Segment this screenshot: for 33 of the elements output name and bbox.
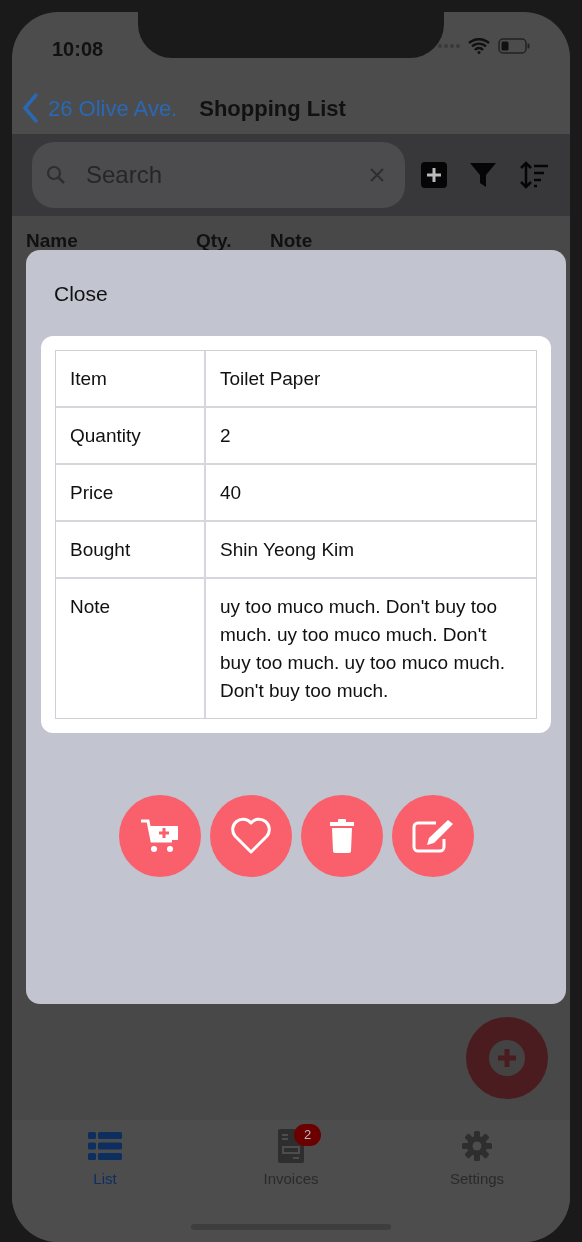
trash-icon	[328, 818, 355, 853]
column-header: Note	[270, 230, 313, 252]
field-label: Quantity	[70, 424, 141, 446]
back-button[interactable]: 26 Olive Ave.	[22, 91, 178, 125]
field-label: Item	[70, 367, 107, 389]
filter-icon[interactable]	[469, 161, 497, 189]
search-icon	[46, 165, 66, 185]
cart-plus-icon	[139, 817, 180, 854]
field-value: 40	[220, 481, 242, 503]
status-time: 10:08	[52, 37, 104, 62]
field-value: Shin Yeong Kim	[220, 538, 355, 560]
plus-circle-icon	[489, 1040, 525, 1076]
heart-icon	[229, 816, 272, 855]
battery-icon	[498, 38, 530, 54]
column-header: Name	[26, 230, 79, 252]
add-icon[interactable]	[421, 162, 447, 188]
nav-title: Shopping List	[199, 94, 346, 123]
badge-count: 2	[294, 1124, 321, 1146]
field-value: 2	[220, 424, 231, 446]
chevron-left-icon	[22, 93, 38, 123]
list-icon	[88, 1132, 122, 1160]
field-label: Price	[70, 481, 114, 503]
field-value: Toilet Paper	[220, 367, 321, 389]
close-button[interactable]: Close	[54, 278, 108, 310]
tab[interactable]: List	[45, 1124, 165, 1191]
field-label: Bought	[70, 538, 131, 560]
edit-icon	[411, 818, 454, 853]
wifi-icon	[468, 38, 490, 54]
close-icon[interactable]	[369, 167, 385, 183]
column-header: Qty.	[196, 230, 233, 252]
sort-icon[interactable]	[519, 161, 549, 189]
field-value: uy too muco much. Don't buy too much. uy too muco much. Don't buy too much. uy too muco much. Don't buy too much.	[220, 595, 506, 701]
field-label: Note	[70, 595, 111, 617]
